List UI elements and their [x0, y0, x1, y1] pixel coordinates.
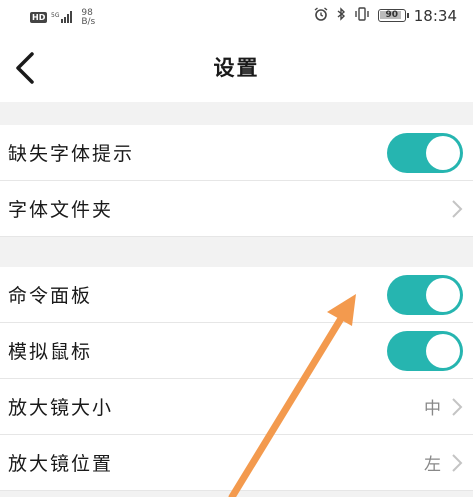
- chevron-right-icon: [452, 454, 463, 472]
- magnifier-position-value: 左: [424, 455, 441, 475]
- missing-font-row: 缺失字体提示: [0, 125, 473, 181]
- bluetooth-icon: [336, 6, 346, 25]
- vibrate-icon: [354, 6, 370, 25]
- back-button[interactable]: [8, 48, 42, 88]
- header-bar: 设置: [0, 34, 473, 102]
- network-speed: 98 B/s: [81, 8, 96, 27]
- command-panel-label: 命令面板: [8, 285, 93, 307]
- chevron-left-icon: [16, 52, 34, 84]
- clock-time: 18:34: [413, 6, 457, 25]
- font-folder-label: 字体文件夹: [8, 199, 114, 221]
- toggle-knob: [426, 334, 460, 368]
- toggle-knob: [426, 278, 460, 312]
- chevron-right-icon: [452, 200, 463, 218]
- chevron-right-icon: [452, 398, 463, 416]
- simulate-mouse-label: 模拟鼠标: [8, 341, 93, 363]
- magnifier-size-row[interactable]: 放大镜大小 中: [0, 379, 473, 435]
- missing-font-toggle[interactable]: [387, 133, 463, 173]
- status-bar: HD 5G 98 B/s 90 18:34: [0, 0, 473, 34]
- simulate-mouse-toggle[interactable]: [387, 331, 463, 371]
- section-divider: [0, 237, 473, 267]
- battery-icon: 90: [377, 9, 409, 22]
- svg-text:5G: 5G: [51, 12, 60, 19]
- network-speed-unit: B/s: [81, 16, 96, 27]
- command-panel-row: 命令面板: [0, 267, 473, 323]
- magnifier-size-label: 放大镜大小: [8, 397, 114, 419]
- signal-icon: 5G: [51, 8, 73, 27]
- hd-badge: HD: [30, 12, 48, 23]
- status-bar-right: 90 18:34: [314, 6, 457, 25]
- section-divider: [0, 102, 473, 125]
- page-title: 设置: [213, 56, 260, 80]
- simulate-mouse-row: 模拟鼠标: [0, 323, 473, 379]
- alarm-icon: [314, 6, 328, 25]
- magnifier-size-value: 中: [424, 399, 441, 419]
- section-divider: [0, 491, 473, 497]
- font-folder-row[interactable]: 字体文件夹: [0, 181, 473, 237]
- status-bar-left: HD 5G 98 B/s: [30, 8, 95, 27]
- battery-level-text: 90: [385, 10, 399, 20]
- command-panel-toggle[interactable]: [387, 275, 463, 315]
- magnifier-position-label: 放大镜位置: [8, 453, 114, 475]
- missing-font-label: 缺失字体提示: [8, 143, 135, 165]
- toggle-knob: [426, 136, 460, 170]
- magnifier-position-row[interactable]: 放大镜位置 左: [0, 435, 473, 491]
